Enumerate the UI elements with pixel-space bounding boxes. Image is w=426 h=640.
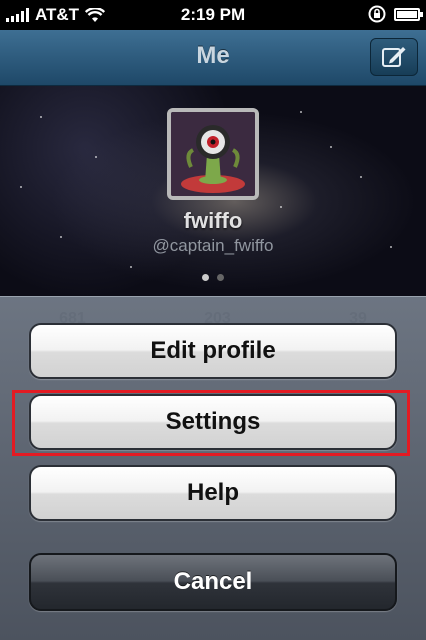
- profile-name: fwiffo: [183, 208, 243, 233]
- help-button[interactable]: Help: [29, 465, 397, 521]
- cancel-button[interactable]: Cancel: [29, 553, 397, 611]
- alien-avatar-image: [171, 112, 255, 196]
- action-sheet: Edit profile Settings Help Cancel: [0, 296, 426, 640]
- navigation-bar: Me: [0, 30, 426, 86]
- page-dot: [217, 274, 224, 281]
- avatar[interactable]: [167, 108, 259, 200]
- rotation-lock-icon: [368, 5, 386, 23]
- compose-button[interactable]: [370, 38, 418, 76]
- edit-profile-button[interactable]: Edit profile: [29, 323, 397, 379]
- profile-handle: @captain_fwiffo: [152, 236, 274, 255]
- status-bar: AT&T 2:19 PM: [0, 0, 426, 30]
- clock: 2:19 PM: [180, 5, 246, 24]
- nav-title: Me: [196, 42, 230, 69]
- compose-icon: [382, 47, 406, 67]
- profile-header: fwiffo @captain_fwiffo: [0, 86, 426, 296]
- battery-icon: [394, 7, 423, 21]
- page-dot-active: [202, 274, 209, 281]
- highlight-box: [12, 390, 410, 456]
- page-indicator[interactable]: [0, 274, 426, 281]
